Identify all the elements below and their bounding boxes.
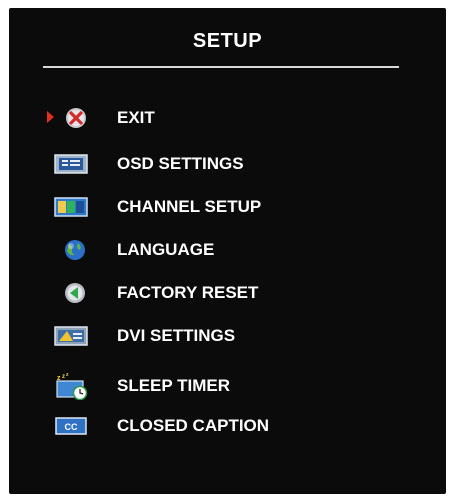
svg-text:z: z <box>66 372 69 378</box>
menu-item-label: EXIT <box>117 108 155 127</box>
menu-item-channel-setup[interactable]: CHANNEL SETUP <box>9 193 446 221</box>
menu-item-label: LANGUAGE <box>117 240 215 259</box>
menu-item-label: SLEEP TIMER <box>117 376 231 395</box>
menu-item-label: CLOSED CAPTION <box>117 416 270 435</box>
menu-item-closed-caption[interactable]: CC CLOSED CAPTION <box>9 412 446 440</box>
factory-reset-icon <box>65 283 85 303</box>
svg-text:z: z <box>62 374 65 380</box>
menu-item-label: DVI SETTINGS <box>117 326 236 345</box>
language-globe-icon <box>65 240 85 260</box>
title-divider <box>43 66 399 68</box>
menu-title: SETUP <box>192 30 263 52</box>
menu-item-exit[interactable]: EXIT <box>9 104 446 132</box>
channel-setup-icon <box>54 197 88 217</box>
menu-item-factory-reset[interactable]: FACTORY RESET <box>9 279 446 307</box>
closed-caption-icon: CC <box>55 417 87 435</box>
setup-menu-screen: SETUP EXIT OSD SETTINGS CHANNEL SETUP LA… <box>9 8 446 494</box>
osd-settings-icon <box>54 154 88 174</box>
dvi-settings-icon <box>54 326 88 346</box>
sleep-timer-icon: z z z <box>56 372 88 400</box>
closed-caption-icon-text: CC <box>65 422 78 432</box>
menu-item-label: OSD SETTINGS <box>117 154 244 173</box>
menu-item-sleep-timer[interactable]: z z z SLEEP TIMER <box>9 372 446 400</box>
menu-item-dvi-settings[interactable]: DVI SETTINGS <box>9 322 446 350</box>
menu-item-language[interactable]: LANGUAGE <box>9 236 446 264</box>
exit-icon <box>66 108 86 128</box>
menu-item-label: FACTORY RESET <box>117 283 259 302</box>
menu-item-label: CHANNEL SETUP <box>117 197 262 216</box>
menu-item-osd-settings[interactable]: OSD SETTINGS <box>9 150 446 178</box>
